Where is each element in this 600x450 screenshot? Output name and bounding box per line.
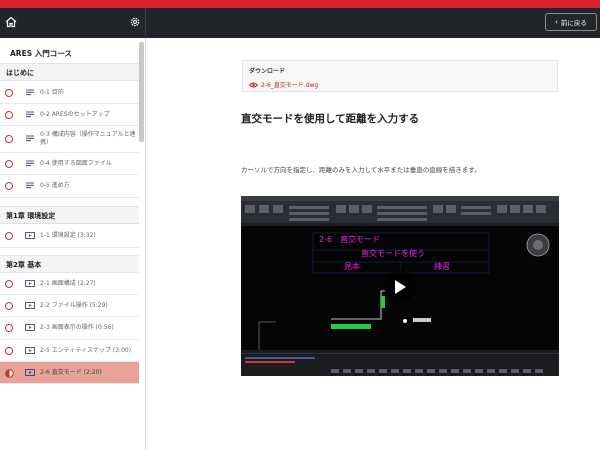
lesson-label: 0-3 構成内容（操作マニュアルと連携） [40, 131, 136, 146]
video-icon [25, 346, 35, 354]
progress-circle-icon [5, 110, 13, 119]
home-icon[interactable] [5, 16, 17, 28]
lesson-label: 2-2 ファイル操作 (5:29) [40, 301, 108, 309]
course-title: ARES 入門コース [10, 49, 72, 58]
lesson-item[interactable]: 0-4 使用する図面ファイル [0, 153, 139, 175]
video-cad-toolbar [241, 196, 559, 226]
back-button-label: 前に戻る [560, 19, 587, 27]
lesson-label: 0-4 使用する図面ファイル [40, 159, 112, 167]
document-icon [26, 88, 34, 95]
lesson-description: カーソルで方向を指定し、距離のみを入力して水平または垂直の直線を描きます。 [241, 166, 481, 174]
play-button[interactable] [384, 271, 416, 303]
document-icon [26, 135, 34, 142]
lesson-item[interactable]: 0-2 ARESのセットアップ [0, 104, 139, 126]
section-header: はじめに [0, 63, 139, 81]
video-icon [25, 279, 35, 287]
lesson-label: 0-2 ARESのセットアップ [40, 110, 110, 118]
sidebar-scrollbar[interactable] [139, 42, 144, 142]
lesson-label: 2-5 エンティティスナップ (3:00) [40, 346, 132, 354]
progress-circle-icon [5, 88, 13, 97]
download-link[interactable]: 2-6_直交モード.dwg [249, 80, 318, 89]
video-cad-statusbar [241, 350, 559, 376]
document-icon [26, 182, 34, 189]
progress-circle-icon [5, 231, 13, 240]
lesson-label: 0-1 目的 [40, 88, 64, 96]
section-title: 第1章 環境設定 [6, 212, 56, 220]
document-icon [26, 159, 34, 166]
half-progress-circle-icon [5, 368, 14, 378]
chevron-left-icon: ‹ [555, 18, 558, 26]
lesson-item[interactable]: 1-1 環境設定 (3:32) [0, 224, 139, 248]
play-icon [395, 280, 406, 294]
progress-circle-icon [5, 135, 13, 143]
lesson-item-active[interactable]: 2-6 直交モード (2:20) [0, 362, 139, 384]
lesson-item[interactable]: 2-2 ファイル操作 (5:29) [0, 295, 139, 317]
cad-status-graphic [241, 353, 559, 373]
video-overlay-title: 2-6 直交モード [319, 235, 381, 244]
video-overlay-sample: 見本 [344, 262, 360, 271]
section-title: はじめに [6, 69, 34, 77]
lesson-title: 直交モードを使用して距離を入力する [241, 113, 420, 125]
lesson-item[interactable]: 2-1 画面構成 (2:27) [0, 273, 139, 295]
video-icon [25, 368, 35, 376]
eye-icon [249, 82, 258, 87]
cad-ribbon-graphic [241, 196, 559, 226]
progress-circle-icon [5, 279, 13, 288]
video-icon [25, 324, 35, 331]
progress-circle-icon [5, 301, 13, 310]
top-accent-bar [0, 0, 600, 8]
gear-icon[interactable] [129, 16, 141, 28]
lesson-label: 2-3 画面表示の操作 (0:56) [40, 324, 114, 331]
main-header [146, 8, 600, 38]
download-panel: ダウンロード 2-6_直交モード.dwg [242, 60, 558, 92]
lesson-item[interactable]: 0-1 目的 [0, 82, 139, 104]
lesson-label: 2-6 直交モード (2:20) [40, 368, 102, 376]
back-button[interactable]: ‹ 前に戻る [545, 13, 597, 31]
lesson-item[interactable]: 2-5 エンティティスナップ (3:00) [0, 340, 139, 362]
progress-circle-icon [5, 346, 13, 355]
lesson-item[interactable]: 0-5 進め方 [0, 175, 139, 198]
video-icon [25, 231, 35, 239]
progress-circle-icon [5, 159, 13, 168]
download-title: ダウンロード [249, 68, 286, 75]
section-header: 第2章 基本 [0, 255, 139, 273]
document-icon [26, 110, 34, 117]
progress-circle-icon [5, 182, 13, 190]
progress-circle-icon [5, 324, 13, 332]
video-overlay-subtitle: 直交モードを使う [361, 249, 425, 258]
section-title: 第2章 基本 [6, 261, 42, 269]
video-overlay-practice: 練習 [434, 262, 450, 271]
lesson-item[interactable]: 2-3 画面表示の操作 (0:56) [0, 317, 139, 340]
lesson-label: 0-5 進め方 [40, 182, 70, 189]
video-player[interactable]: 2-6 直交モード 直交モードを使う 見本 練習 [241, 196, 559, 376]
lesson-item[interactable]: 0-3 構成内容（操作マニュアルと連携） [0, 126, 139, 153]
sidebar-header [0, 8, 146, 38]
lesson-label: 1-1 環境設定 (3:32) [40, 231, 96, 239]
section-header: 第1章 環境設定 [0, 206, 139, 224]
lesson-label: 2-1 画面構成 (2:27) [40, 279, 96, 287]
video-icon [25, 301, 35, 309]
download-filename: 2-6_直交モード.dwg [261, 82, 319, 89]
